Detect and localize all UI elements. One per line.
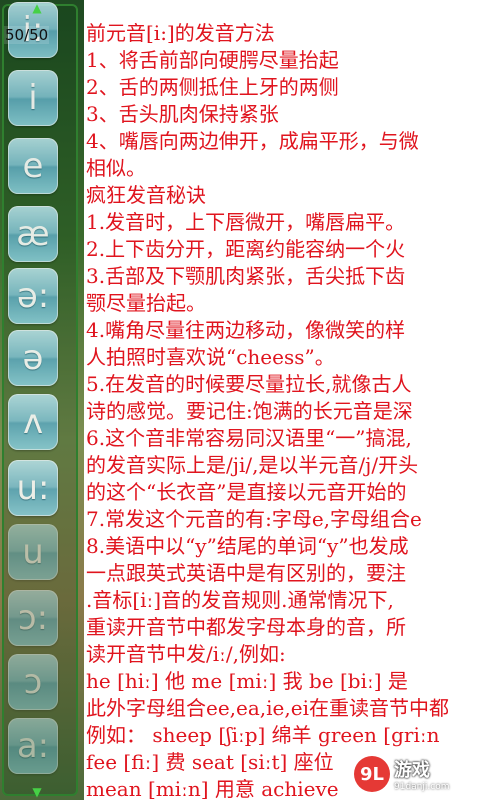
lesson-line: 相似。	[86, 156, 146, 180]
lesson-line: 1、将舌前部向硬腭尽量抬起	[86, 48, 339, 72]
phonetic-button[interactable]: æ	[8, 206, 58, 262]
lesson-text: 前元音[i:]的发音方法 1、将舌前部向硬腭尽量抬起 2、舌的两侧抵住上牙的两侧 3、…	[86, 20, 480, 800]
lesson-line: 诗的感觉。要记住:饱满的长元音是深	[86, 399, 413, 423]
lesson-line: 2、舌的两侧抵住上牙的两侧	[86, 75, 339, 99]
phonetic-button[interactable]: a:	[8, 718, 58, 774]
page-counter: 50/50	[4, 26, 50, 44]
phonetic-button[interactable]: ə	[8, 330, 58, 386]
lesson-line: .音标[iː]音的发音规则.通常情况下,	[86, 588, 394, 612]
lesson-line: 人拍照时喜欢说“cheess”。	[86, 345, 335, 369]
phonetic-button[interactable]: u:	[8, 460, 58, 516]
lesson-line: 前元音[i:]的发音方法	[86, 21, 275, 45]
lesson-line: 的这个“长衣音”是直接以元音开始的	[86, 480, 407, 504]
lesson-line: 3.舌部及下颚肌肉紧张，舌尖抵下齿	[86, 264, 406, 288]
lesson-line: 重读开音节中都发字母本身的音，所	[86, 615, 406, 639]
lesson-line: 4、嘴唇向两边伸开，成扁平形，与微	[86, 129, 419, 153]
chevron-down-icon[interactable]: ▼	[30, 786, 44, 798]
lesson-line: 颚尽量抬起。	[86, 291, 206, 315]
lesson-line: 此外字母组合ee,ea,ie,ei在重读音节中都	[86, 696, 449, 720]
phonetic-button[interactable]: ʌ	[8, 394, 58, 450]
phonetic-button[interactable]: ɔ	[8, 654, 58, 710]
phonetic-button[interactable]: ə:	[8, 268, 58, 324]
watermark-name: 游戏	[394, 760, 430, 781]
phonetic-sidebar: ▲ 50/50 i: i e æ ə: ə ʌ u: u ɔ: ɔ a: ▼	[0, 0, 84, 800]
lesson-line: 1.发音时，上下唇微开，嘴唇扁平。	[86, 210, 406, 234]
watermark-url: 91danji.com	[394, 782, 450, 792]
phonetic-button[interactable]: ɔ:	[8, 590, 58, 646]
phonetic-button[interactable]: i	[8, 70, 58, 126]
lesson-line: 的发音实际上是/ji/,是以半元音/j/开头	[86, 453, 419, 477]
lesson-line: 例如： sheep [ʃiːp] 绵羊 green [griːn	[86, 723, 440, 747]
lesson-line: 8.美语中以“y”结尾的单词“y”也发成	[86, 534, 409, 558]
lesson-line: 疯狂发音秘诀	[86, 183, 206, 207]
phonetic-button[interactable]: u	[8, 524, 58, 580]
watermark-logo: 9L 游戏 91danji.com	[354, 754, 472, 794]
lesson-line: 2.上下齿分开，距离约能容纳一个火	[86, 237, 406, 261]
watermark-circle: 9L	[354, 756, 390, 792]
lesson-line: 7.常发这个元音的有:字母e,字母组合e	[86, 507, 422, 531]
lesson-line: 5.在发音的时候要尽量拉长,就像古人	[86, 372, 412, 396]
lesson-line: 一点跟英式英语中是有区别的，要注	[86, 561, 406, 585]
lesson-line: 4.嘴角尽量往两边移动，像微笑的样	[86, 318, 406, 342]
phonetic-button[interactable]: e	[8, 138, 58, 194]
lesson-line: he [hiː] 他 me [miː] 我 be [biː] 是	[86, 669, 408, 693]
chevron-up-icon[interactable]: ▲	[30, 2, 44, 14]
top-bar	[84, 0, 480, 20]
lesson-line: 读开音节中发/iː/,例如:	[86, 642, 286, 666]
lesson-line: 3、舌头肌肉保持紧张	[86, 102, 279, 126]
lesson-line: 6.这个音非常容易同汉语里“一”搞混,	[86, 426, 412, 450]
